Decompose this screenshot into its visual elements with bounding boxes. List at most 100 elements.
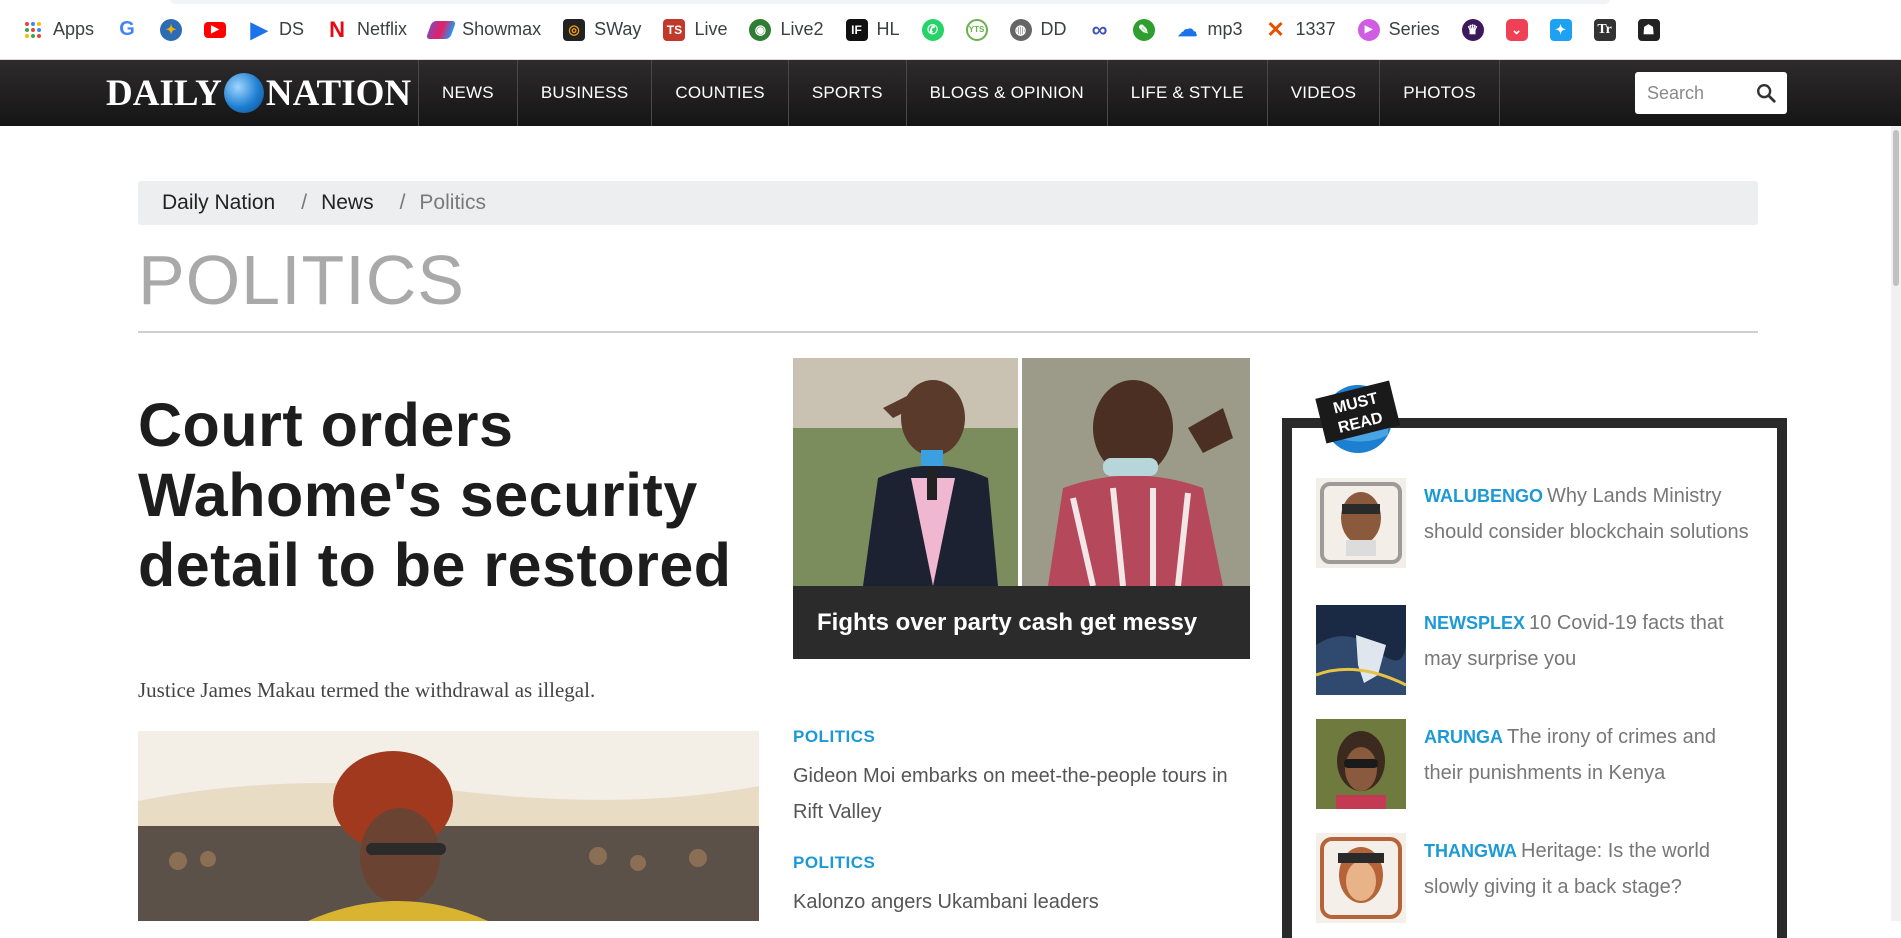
showmax-icon — [425, 20, 457, 39]
bookmark-label: Live — [694, 19, 728, 39]
bookmark-mask[interactable]: ☗ — [1637, 18, 1660, 41]
story-title[interactable]: Kalonzo angers Ukambani leaders — [793, 884, 1263, 920]
cloud-download-icon: ☁ — [1177, 19, 1198, 41]
nav-item-sports[interactable]: SPORTS — [787, 60, 906, 126]
bookmark-mp3[interactable]: ☁ mp3 — [1177, 19, 1243, 41]
title-divider — [138, 331, 1758, 333]
lead-headline[interactable]: Court orders Wahome's security detail to… — [138, 390, 758, 600]
bookmark-youtube[interactable]: ▶ — [204, 21, 227, 38]
mask-icon: ☗ — [1637, 18, 1660, 41]
bookmark-1337[interactable]: ✕ 1337 — [1265, 16, 1335, 42]
search-input[interactable] — [1647, 82, 1747, 104]
bookmark-ds[interactable]: ▶ DS — [248, 17, 304, 42]
breadcrumb-separator: / — [301, 191, 308, 214]
infinity-icon: ∞ — [1091, 16, 1108, 42]
bookmark-yts[interactable]: YTS — [965, 18, 988, 41]
bookmark-premier-league[interactable]: ♛ — [1461, 18, 1484, 41]
play-circle-icon: ▶ — [1357, 18, 1380, 41]
x-icon: ✕ — [1266, 16, 1285, 42]
scrollbar-thumb[interactable] — [1893, 130, 1899, 286]
bookmark-compass[interactable]: ✦ — [160, 18, 183, 41]
nav-item-life-style[interactable]: LIFE & STYLE — [1106, 60, 1267, 126]
author-avatar — [1316, 833, 1406, 923]
bookmark-google[interactable]: G — [116, 18, 138, 41]
site-navbar: DAILY NATION NEWS BUSINESS COUNTIES SPOR… — [0, 60, 1901, 126]
story-category[interactable]: POLITICS — [793, 853, 1263, 873]
whatsapp-icon: ✆ — [921, 18, 944, 41]
author-avatar — [1316, 719, 1406, 809]
must-read-item[interactable]: WALUBENGO Why Lands Ministry should consi… — [1316, 478, 1756, 568]
globe-logo-icon — [223, 73, 264, 113]
page-title: POLITICS — [138, 241, 465, 319]
premier-league-icon: ♛ — [1461, 18, 1484, 41]
bookmark-dd[interactable]: ◍ DD — [1009, 18, 1067, 41]
bookmark-infinity[interactable]: ∞ — [1089, 16, 1111, 42]
hl-icon: IF — [845, 18, 868, 41]
bookmark-live2[interactable]: ◉ Live2 — [749, 18, 824, 41]
bookmark-label: Showmax — [462, 19, 542, 39]
nav-item-business[interactable]: BUSINESS — [516, 60, 652, 126]
breadcrumb-home[interactable]: Daily Nation — [162, 191, 275, 215]
breadcrumb-separator: / — [399, 191, 406, 214]
bookmark-tr[interactable]: Tr — [1593, 18, 1616, 41]
yts-icon: YTS — [965, 18, 988, 41]
author-name[interactable]: NEWSPLEX — [1424, 613, 1525, 633]
bookmark-label: Live2 — [780, 19, 824, 39]
story-item[interactable]: POLITICS Kalonzo angers Ukambani leaders — [793, 853, 1263, 920]
nav-item-blogs-opinion[interactable]: BLOGS & OPINION — [905, 60, 1107, 126]
search-icon[interactable] — [1755, 82, 1777, 104]
nav-item-counties[interactable]: COUNTIES — [651, 60, 787, 126]
must-read-badge: MUST READ — [1315, 380, 1401, 453]
featured-story-photo — [793, 358, 1250, 586]
youtube-icon: ▶ — [204, 21, 227, 38]
breadcrumb: Daily Nation / News / Politics — [138, 181, 1758, 225]
bookmark-label: Series — [1388, 19, 1440, 39]
search-box — [1635, 72, 1787, 114]
author-name[interactable]: ARUNGA — [1424, 727, 1503, 747]
bookmark-label: HL — [876, 19, 900, 39]
bookmark-showmax[interactable]: Showmax — [425, 19, 542, 40]
bookmark-label: SWay — [594, 19, 642, 39]
nav-item-videos[interactable]: VIDEOS — [1266, 60, 1379, 126]
compass-icon: ✦ — [160, 18, 183, 41]
bookmark-label: DD — [1040, 19, 1067, 39]
tr-icon: Tr — [1593, 18, 1616, 41]
author-name[interactable]: THANGWA — [1424, 841, 1517, 861]
story-title[interactable]: Gideon Moi embarks on meet-the-people to… — [793, 758, 1263, 830]
must-read-item[interactable]: NEWSPLEX 10 Covid-19 facts that may surpr… — [1316, 605, 1756, 695]
bookmark-hl[interactable]: IF HL — [845, 18, 900, 41]
featured-story-card[interactable]: Fights over party cash get messy — [793, 358, 1250, 659]
nav-item-news[interactable]: NEWS — [418, 60, 517, 126]
breadcrumb-news[interactable]: News — [321, 191, 374, 215]
ts-icon: TS — [663, 18, 686, 41]
globe-icon: ◍ — [1009, 18, 1032, 41]
twitter-icon: ✦ — [1549, 18, 1572, 41]
bookmark-sway[interactable]: ◎ SWay — [563, 18, 642, 41]
edit-icon: ✎ — [1132, 18, 1155, 41]
netflix-icon: N — [329, 16, 345, 42]
must-read-item[interactable]: ARUNGA The irony of crimes and their puni… — [1316, 719, 1756, 809]
must-read-item[interactable]: THANGWA Heritage: Is the world slowly giv… — [1316, 833, 1756, 923]
author-name[interactable]: WALUBENGO — [1424, 486, 1543, 506]
bookmark-pocket[interactable]: ⌄ — [1505, 18, 1528, 41]
story-category[interactable]: POLITICS — [793, 727, 1263, 747]
bookmark-whatsapp[interactable]: ✆ — [921, 18, 944, 41]
bookmark-edit[interactable]: ✎ — [1132, 18, 1155, 41]
bookmarks-bar: Apps G ✦ ▶ ▶ DS N Netflix Showmax ◎ SWay TS… — [0, 0, 1901, 60]
nav-item-photos[interactable]: PHOTOS — [1379, 60, 1500, 126]
pocket-icon: ⌄ — [1505, 18, 1528, 41]
bookmark-series[interactable]: ▶ Series — [1357, 18, 1440, 41]
address-bar-edge — [170, 0, 1610, 4]
live2-icon: ◉ — [749, 18, 772, 41]
bookmark-twitter[interactable]: ✦ — [1549, 18, 1572, 41]
bookmark-apps[interactable]: Apps — [22, 19, 94, 41]
bookmark-live[interactable]: TS Live — [663, 18, 728, 41]
newsplex-thumbnail — [1316, 605, 1406, 695]
featured-story-title: Fights over party cash get messy — [793, 586, 1250, 659]
story-item[interactable]: POLITICS Gideon Moi embarks on meet-the-… — [793, 727, 1263, 830]
sway-icon: ◎ — [563, 18, 586, 41]
logo-text-left: DAILY — [106, 72, 222, 114]
lead-photo[interactable] — [138, 731, 759, 921]
site-logo[interactable]: DAILY NATION — [106, 72, 411, 114]
bookmark-netflix[interactable]: N Netflix — [326, 16, 407, 42]
